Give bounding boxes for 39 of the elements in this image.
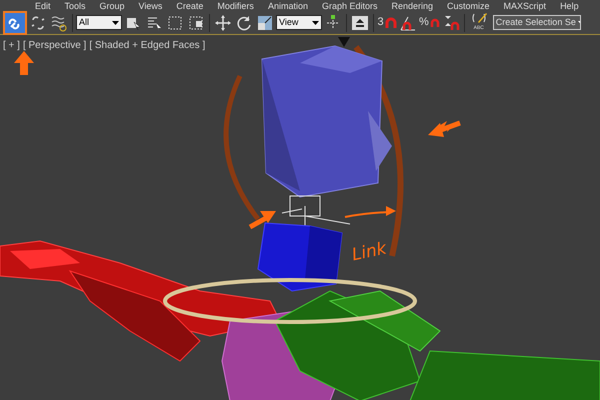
viewport-label[interactable]: [ Perspective ] bbox=[22, 38, 86, 53]
pointer-arrow bbox=[428, 120, 461, 137]
toolbar-button[interactable] bbox=[3, 10, 27, 34]
menu-item[interactable]: Tools bbox=[64, 0, 86, 10]
toolbar-button[interactable]: 3 bbox=[377, 12, 397, 34]
menu-item[interactable]: MAXScript bbox=[504, 0, 546, 10]
move-icon bbox=[214, 14, 232, 32]
scale-icon bbox=[256, 14, 274, 32]
menu-item[interactable]: Create bbox=[176, 0, 204, 10]
pointer-arrow bbox=[248, 211, 276, 230]
menu-item[interactable]: Group bbox=[100, 0, 125, 10]
rotate-icon bbox=[235, 14, 253, 32]
selection-filter-dropdown[interactable]: All bbox=[76, 15, 122, 30]
pointer-arrow bbox=[344, 206, 396, 218]
named-selection-field[interactable]: Create Selection Se bbox=[492, 15, 581, 30]
menu-item[interactable]: Views bbox=[138, 0, 162, 10]
wave-icon bbox=[50, 14, 68, 32]
menu-item[interactable]: Rendering bbox=[392, 0, 434, 10]
menu-item[interactable]: Customize bbox=[447, 0, 490, 10]
menu-item[interactable]: Help bbox=[560, 0, 579, 10]
menu-item[interactable]: Graph Editors bbox=[322, 0, 378, 10]
broken-link-icon bbox=[29, 14, 47, 32]
menu-item[interactable]: Animation bbox=[268, 0, 308, 10]
viewport-label[interactable]: [ Shaded + Edged Faces ] bbox=[89, 38, 206, 53]
eject-icon bbox=[351, 14, 369, 32]
dropdown-caret-icon bbox=[312, 20, 319, 24]
viewport-label[interactable]: [ + ] bbox=[3, 38, 20, 53]
magnet-icon bbox=[384, 16, 397, 28]
dropdown-caret-icon bbox=[112, 20, 119, 24]
pencil-icon bbox=[470, 10, 488, 26]
magnet-icon bbox=[430, 18, 440, 28]
handwritten-note: Link bbox=[350, 238, 390, 268]
pointer-arrow bbox=[14, 51, 34, 75]
coordinate-system-dropdown[interactable]: View bbox=[276, 15, 322, 30]
menu-item[interactable]: Edit bbox=[35, 0, 51, 10]
menu-item[interactable]: Modifiers bbox=[217, 0, 254, 10]
crossing-selection-icon bbox=[187, 14, 205, 32]
toolbar-button[interactable]: % bbox=[419, 12, 440, 34]
rectangle-selection-icon bbox=[166, 14, 184, 32]
